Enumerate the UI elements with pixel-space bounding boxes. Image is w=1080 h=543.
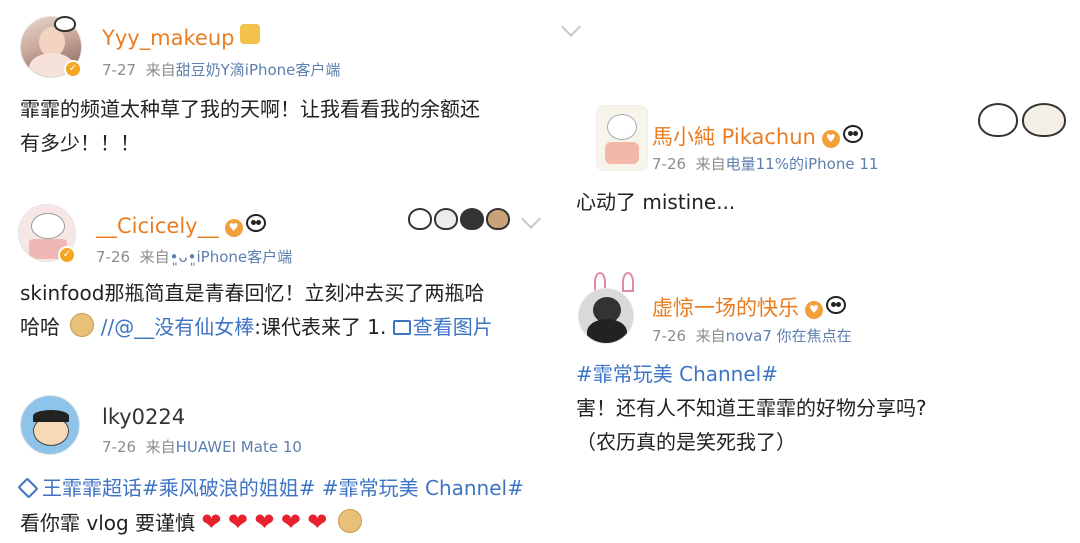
super-topic-icon: [17, 477, 39, 499]
panda-badge-icon: [826, 296, 846, 314]
username[interactable]: lky0224: [102, 405, 185, 429]
avatar[interactable]: [596, 105, 648, 171]
source-link[interactable]: •͈ᴗ•͈iPhone客户端: [170, 248, 293, 266]
username[interactable]: __Cicicely__ ♥: [96, 214, 266, 238]
heart-emoji-icon: ❤: [227, 508, 248, 536]
panda-badge-icon: [842, 125, 863, 143]
heart-emoji-icon: ❤: [254, 508, 275, 536]
doge-emoji-icon: [70, 313, 95, 337]
heart-emoji-icon: ❤: [201, 508, 222, 536]
membership-badge-icon: [240, 24, 261, 44]
comment-lky0224: lky0224 7-26 来自HUAWEI Mate 10 王霏霏超话#乘风破浪…: [0, 385, 600, 543]
view-image-link[interactable]: 查看图片: [392, 315, 493, 339]
comment-cicicely: ✓ __Cicicely__ ♥ 7-26 来自•͈ᴗ•͈iPhone客户端 sk…: [0, 190, 560, 350]
post-meta: 7-26 来自电量11%的iPhone 11: [652, 155, 879, 173]
vip-heart-badge-icon: ♥: [224, 219, 243, 237]
verified-badge-icon: ✓: [64, 60, 82, 78]
comment-text: skinfood那瓶简直是青春回忆！立刻冲去买了两瓶哈 哈哈 //@__没有仙女…: [20, 281, 493, 339]
mention-link[interactable]: @__没有仙女棒: [114, 315, 254, 339]
chevron-down-icon[interactable]: [521, 209, 541, 229]
avatar[interactable]: [578, 288, 634, 344]
comment-text: 心动了 mistine...: [576, 190, 736, 214]
panda-badge-icon: [245, 214, 266, 232]
source-link[interactable]: HUAWEI Mate 10: [176, 438, 302, 456]
comment-pikachun: 馬小純 Pikachun ♥ 7-26 来自电量11%的iPhone 11 心动了…: [560, 95, 1080, 225]
cat-sticker-icon: [52, 12, 78, 32]
avatar[interactable]: [20, 395, 80, 455]
post-meta: 7-26 来自nova7 你在焦点在: [652, 327, 852, 345]
username[interactable]: Yyy_makeup: [102, 24, 261, 50]
heart-emoji-icon: ❤: [280, 508, 301, 536]
cat-stickers-decoration: [978, 99, 1070, 141]
comment-yyy-makeup: ✓ Yyy_makeup 7-27 来自甜豆奶Y滴iPhone客户端 霏霏的频道…: [0, 0, 581, 170]
doge-emoji-icon: [337, 509, 362, 533]
comment-text: #霏常玩美 Channel# 害！还有人不知道王霏霏的好物分享吗? （农历真的是…: [576, 357, 1076, 459]
post-meta: 7-26 来自HUAWEI Mate 10: [102, 438, 302, 456]
verified-badge-icon: ✓: [58, 246, 76, 264]
comment-xujing: 虚惊一场的快乐 ♥ 7-26 来自nova7 你在焦点在 #霏常玩美 Channe…: [560, 270, 1080, 460]
source-link[interactable]: 甜豆奶Y滴iPhone客户端: [176, 61, 341, 79]
image-icon: [392, 320, 411, 335]
post-meta: 7-26 来自•͈ᴗ•͈iPhone客户端: [96, 248, 293, 266]
chevron-down-icon[interactable]: [561, 17, 581, 37]
source-link[interactable]: nova7 你在焦点在: [726, 327, 852, 345]
heart-emoji-icon: ❤: [307, 508, 328, 536]
vip-heart-badge-icon: ♥: [821, 130, 840, 148]
cat-stickers-decoration: [408, 202, 518, 234]
comment-text: 王霏霏超话#乘风破浪的姐姐# #霏常玩美 Channel# 看你霏 vlog 要…: [17, 471, 600, 540]
vip-heart-badge-icon: ♥: [805, 301, 823, 319]
username[interactable]: 虚惊一场的快乐 ♥: [652, 292, 846, 322]
post-meta: 7-27 来自甜豆奶Y滴iPhone客户端: [102, 61, 341, 79]
topic-tag[interactable]: #霏常玩美 Channel#: [576, 357, 1076, 391]
comment-text: 霏霏的频道太种草了我的天啊！让我看看我的余额还 有多少！！！: [20, 97, 480, 155]
source-link[interactable]: 电量11%的iPhone 11: [726, 155, 879, 173]
username[interactable]: 馬小純 Pikachun ♥: [652, 121, 863, 151]
topic-tags[interactable]: 王霏霏超话#乘风破浪的姐姐# #霏常玩美 Channel#: [17, 471, 600, 505]
